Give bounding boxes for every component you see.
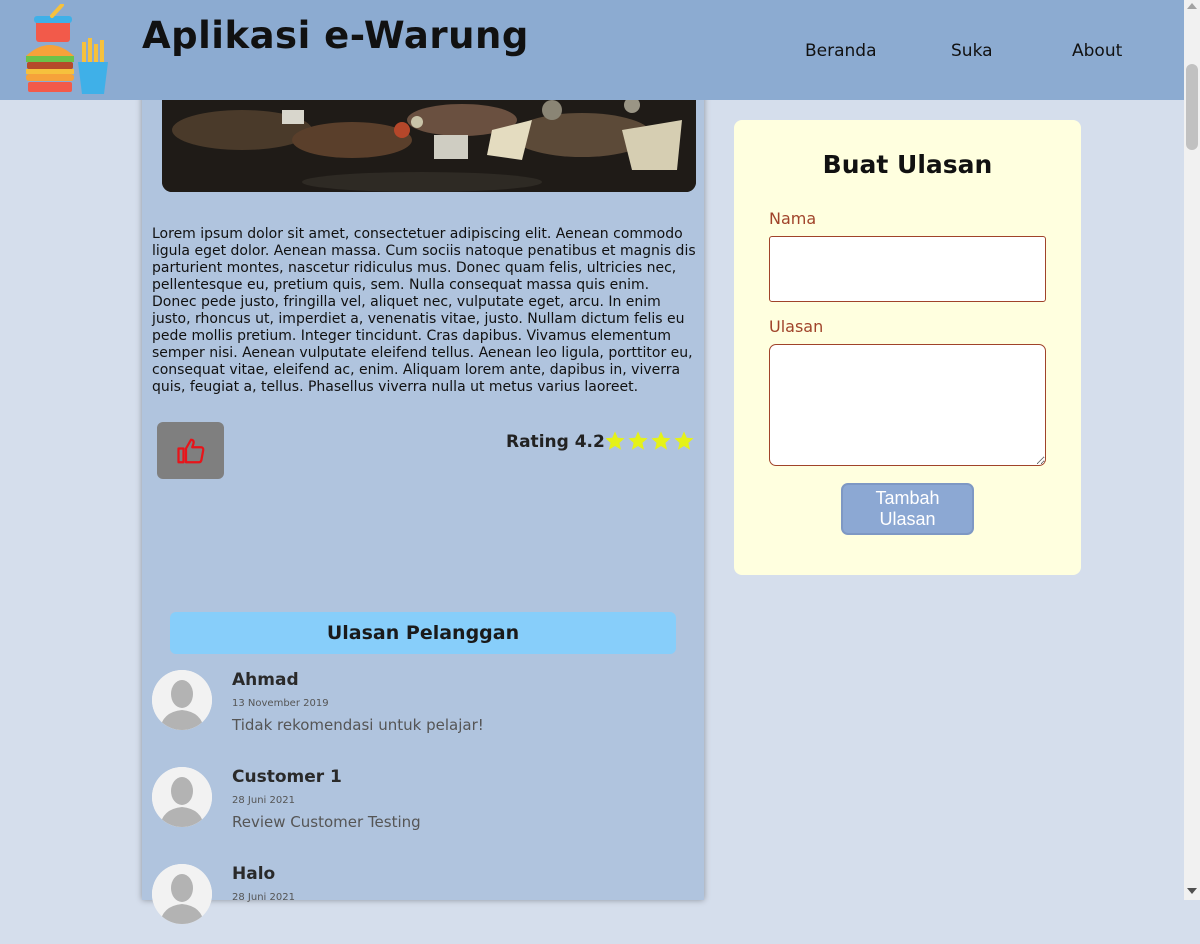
reviews-section-title: Ulasan Pelanggan — [170, 612, 676, 654]
user-avatar-icon — [152, 670, 212, 730]
nav-link-suka[interactable]: Suka — [951, 41, 993, 61]
scroll-down-arrow-icon[interactable] — [1187, 888, 1197, 894]
name-input[interactable] — [769, 236, 1046, 302]
review-date: 28 Juni 2021 — [232, 892, 295, 903]
nav-link-beranda[interactable]: Beranda — [805, 41, 877, 61]
rating-stars — [604, 430, 696, 452]
nav-link-about[interactable]: About — [1072, 41, 1122, 61]
form-title: Buat Ulasan — [822, 150, 993, 179]
user-avatar-icon — [152, 767, 212, 827]
review-date: 28 Juni 2021 — [232, 795, 295, 806]
star-icon — [628, 431, 648, 450]
app-title: Aplikasi e-Warung — [142, 14, 529, 57]
review-author: Customer 1 — [232, 767, 342, 787]
submit-review-button[interactable]: Tambah Ulasan — [841, 483, 974, 535]
star-icon — [674, 431, 694, 450]
restaurant-description: Lorem ipsum dolor sit amet, consectetuer… — [152, 226, 696, 395]
user-avatar-icon — [152, 864, 212, 924]
review-author: Halo — [232, 864, 276, 884]
rating-label: Rating 4.2 — [506, 432, 605, 452]
restaurant-detail: Lorem ipsum dolor sit amet, consectetuer… — [142, 0, 704, 924]
app-header: Aplikasi e-Warung Beranda Suka About — [0, 0, 1184, 100]
review-text: Tidak rekomendasi untuk pelajar! — [232, 716, 484, 734]
review-date: 13 November 2019 — [232, 698, 329, 709]
review-item: Halo 28 Juni 2021 — [152, 864, 672, 944]
review-author: Ahmad — [232, 670, 299, 690]
like-button[interactable] — [157, 422, 224, 479]
review-form: Buat Ulasan Nama Ulasan Tambah Ulasan — [734, 120, 1081, 575]
star-icon — [605, 431, 625, 450]
review-text: Review Customer Testing — [232, 813, 421, 831]
name-label: Nama — [769, 209, 817, 228]
review-item: Customer 1 28 Juni 2021 Review Customer … — [152, 767, 672, 847]
fast-food-logo-icon — [26, 4, 108, 94]
star-icon — [651, 431, 671, 450]
review-label: Ulasan — [769, 317, 824, 336]
review-item: Ahmad 13 November 2019 Tidak rekomendasi… — [152, 670, 672, 750]
review-textarea[interactable] — [769, 344, 1046, 466]
scrollbar-thumb[interactable] — [1186, 64, 1198, 150]
scroll-up-arrow-icon[interactable] — [1187, 3, 1197, 9]
thumbs-up-icon — [176, 438, 204, 463]
